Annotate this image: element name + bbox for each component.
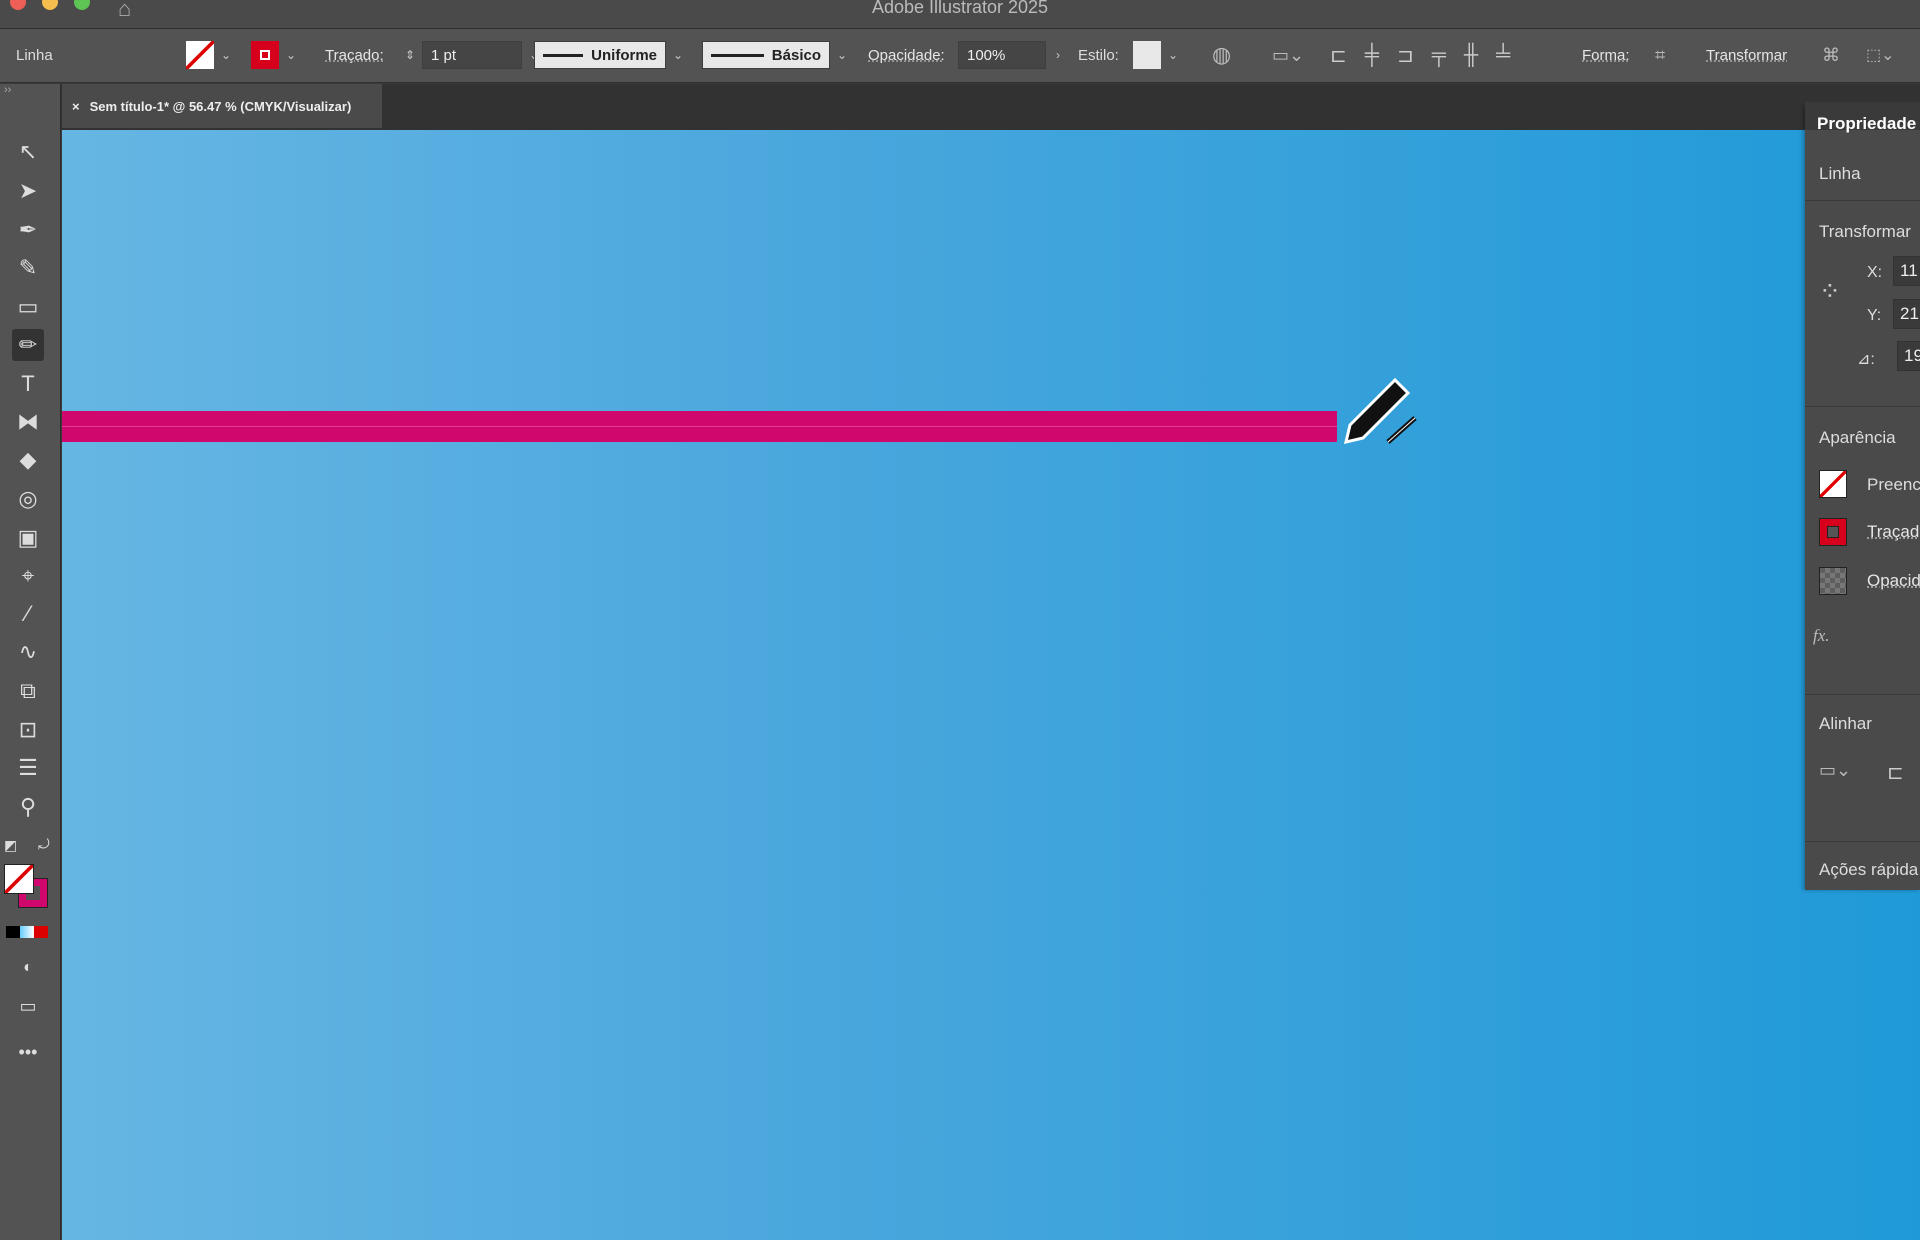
align-left-icon[interactable]: ⊏	[1887, 760, 1904, 785]
shape-label[interactable]: Forma:	[1582, 41, 1630, 69]
path-center-line	[62, 426, 1337, 427]
stroke-label[interactable]: Traçado:	[325, 41, 384, 69]
screen-mode-icon[interactable]: ▭	[12, 990, 44, 1022]
graph-tool-icon[interactable]: ☰	[12, 752, 44, 784]
properties-panel: Propriedade Linha Transformar ⁘ X: 11 Y:…	[1805, 102, 1920, 890]
color-modes-icon[interactable]	[6, 926, 48, 938]
brush-dropdown[interactable]: Básico ⌄	[702, 41, 854, 69]
pencil-tool-icon[interactable]: ✏	[12, 329, 44, 361]
opacity-field[interactable]: 100% ›	[958, 41, 1070, 69]
stepper-icon[interactable]: ⇕	[398, 48, 422, 62]
more-tools-icon[interactable]: •••	[12, 1036, 44, 1068]
reference-point-icon[interactable]: ⁘	[1819, 276, 1841, 307]
fill-swatch-icon[interactable]	[1819, 470, 1847, 498]
pen-tool-icon[interactable]: ✒	[12, 214, 44, 246]
document-tab-title: Sem título-1* @ 56.47 % (CMYK/Visualizar…	[89, 98, 352, 114]
shape-builder-tool-icon[interactable]: ⧉	[12, 675, 44, 707]
align-section-title: Alinhar	[1819, 714, 1872, 733]
selection-type: Linha	[16, 46, 53, 64]
rectangle-tool-icon[interactable]: ▭	[12, 291, 44, 323]
angle-input[interactable]: 19	[1897, 341, 1920, 371]
transform-section-title: Transformar	[1819, 222, 1911, 241]
lasso-tool-icon[interactable]: ◎	[12, 483, 44, 515]
control-bar: Linha ⌄ ⌄ Traçado: ⇕1 pt⌄ Uniforme⌄ Bási…	[0, 29, 1920, 83]
artboard-canvas[interactable]	[62, 130, 1920, 1240]
fill-color-box[interactable]	[4, 864, 34, 894]
transform-label[interactable]: Transformar	[1706, 41, 1787, 69]
none-fill-icon	[186, 41, 214, 69]
blend-tool-icon[interactable]: ∿	[12, 636, 44, 668]
chevron-down-icon: ⌄	[836, 48, 848, 62]
brush-value: Básico	[771, 46, 821, 64]
x-input[interactable]: 11	[1893, 256, 1920, 286]
panel-title[interactable]: Propriedade	[1817, 114, 1916, 134]
eyedropper-tool-icon[interactable]: ⁄	[12, 598, 44, 630]
draw-mode-icon[interactable]: ◐	[12, 952, 44, 984]
angle-label: ⊿:	[1857, 351, 1875, 368]
document-tab[interactable]: × Sem título-1* @ 56.47 % (CMYK/Visualiz…	[62, 84, 382, 128]
profile-value: Uniforme	[591, 46, 657, 64]
profile-dropdown[interactable]: Uniforme ⌄	[534, 41, 690, 69]
y-label: Y:	[1867, 307, 1882, 324]
isolate-icon[interactable]: ⌘	[1822, 41, 1840, 69]
fx-button[interactable]: fx.	[1813, 626, 1830, 646]
title-bar: ⌂ Adobe Illustrator 2025	[0, 0, 1920, 29]
chevron-down-icon: ⌄	[1167, 48, 1179, 62]
tools-panel: ›› ↖ ➤ ✒ ✎ ▭ ✏ T ⧓ ◆ ◎ ▣ ⌖ ⁄ ∿ ⧉ ⊡ ☰ ⚲ ◩…	[0, 84, 61, 1240]
opacity-icon[interactable]	[1819, 567, 1847, 595]
selection-tool-icon[interactable]: ↖	[12, 136, 44, 168]
zoom-tool-icon[interactable]: ⚲	[12, 791, 44, 823]
fill-label: Preenc	[1867, 475, 1920, 494]
reflect-tool-icon[interactable]: ⧓	[12, 406, 44, 438]
align-left-icon[interactable]: ⊏	[1330, 43, 1347, 68]
fill-swatch[interactable]: ⌄	[186, 41, 238, 69]
type-tool-icon[interactable]: T	[12, 368, 44, 400]
stroke-swatch[interactable]: ⌄	[251, 41, 303, 69]
stroke-weight-input[interactable]: 1 pt	[422, 41, 522, 69]
swap-colors-icon[interactable]: ⤾	[38, 836, 50, 853]
stroke-label[interactable]: Traçad	[1867, 522, 1919, 542]
mesh-tool-icon[interactable]: ⌖	[12, 560, 44, 592]
stroke-color-icon	[251, 41, 279, 69]
select-similar-icon[interactable]: ⬚⌄	[1866, 41, 1895, 69]
y-input[interactable]: 21	[1893, 299, 1920, 329]
curvature-tool-icon[interactable]: ✎	[12, 252, 44, 284]
shape-icon[interactable]: ⌗	[1655, 41, 1665, 69]
opacity-label[interactable]: Opacidade:	[868, 41, 945, 69]
align-to-icon[interactable]: ▭⌄	[1272, 41, 1304, 69]
chevron-right-icon[interactable]: ›	[1046, 48, 1070, 62]
x-label: X:	[1867, 264, 1883, 281]
quick-actions-title: Ações rápida	[1819, 860, 1919, 879]
direct-selection-tool-icon[interactable]: ➤	[12, 175, 44, 207]
chevron-down-icon: ⌄	[672, 48, 684, 62]
stroke-weight-field[interactable]: ⇕1 pt⌄	[398, 41, 546, 69]
stroke-swatch-icon[interactable]	[1819, 518, 1847, 546]
collapse-icon[interactable]: ››	[4, 84, 11, 96]
align-to-icon[interactable]: ▭⌄	[1819, 760, 1851, 781]
opacity-label[interactable]: Opacid	[1867, 571, 1920, 591]
recolor-icon[interactable]: ◍	[1212, 41, 1231, 69]
close-tab-icon[interactable]: ×	[72, 99, 80, 114]
style-dropdown[interactable]: ⌄	[1133, 41, 1185, 69]
pencil-cursor-icon	[1340, 360, 1430, 450]
opacity-input[interactable]: 100%	[958, 41, 1046, 69]
artboard-tool-icon[interactable]: ⊡	[12, 714, 44, 746]
align-bottom-icon[interactable]: ╧	[1496, 44, 1510, 67]
selection-type-label: Linha	[1819, 164, 1861, 183]
app-title: Adobe Illustrator 2025	[871, 0, 1049, 17]
style-label: Estilo:	[1078, 46, 1119, 64]
chevron-down-icon[interactable]: ⌄	[214, 48, 238, 62]
gradient-tool-icon[interactable]: ▣	[12, 522, 44, 554]
align-vcenter-icon[interactable]: ╫	[1464, 44, 1478, 67]
align-right-icon[interactable]: ⊐	[1397, 43, 1414, 68]
align-top-icon[interactable]: ╤	[1432, 44, 1446, 67]
eraser-tool-icon[interactable]: ◆	[12, 444, 44, 476]
appearance-section-title: Aparência	[1819, 428, 1896, 447]
chevron-down-icon[interactable]: ⌄	[279, 48, 303, 62]
default-colors-icon[interactable]: ◩	[4, 837, 17, 854]
align-hcenter-icon[interactable]: ╪	[1365, 44, 1379, 67]
